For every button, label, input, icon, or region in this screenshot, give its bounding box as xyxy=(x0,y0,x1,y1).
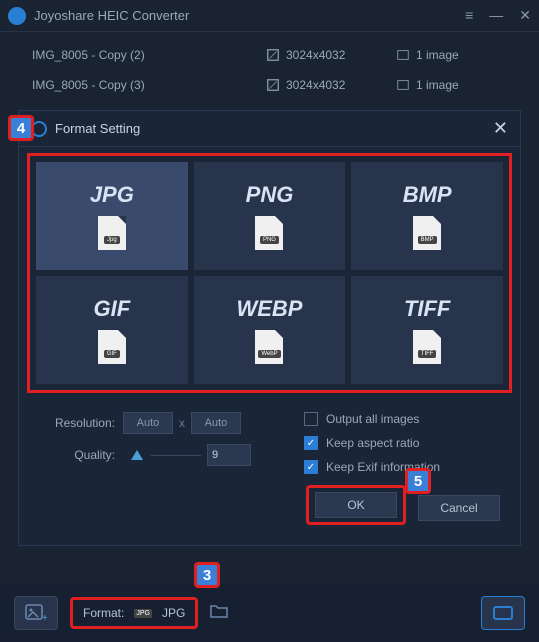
callout-4: 4 xyxy=(8,115,34,141)
add-image-icon: + xyxy=(25,604,47,622)
dimension-icon xyxy=(266,48,280,62)
exif-checkbox[interactable]: ✓ xyxy=(304,460,318,474)
resolution-height-input[interactable] xyxy=(191,412,241,434)
add-image-button[interactable]: + xyxy=(14,596,58,630)
file-icon: Jpg xyxy=(98,216,126,250)
resolution-width-input[interactable] xyxy=(123,412,173,434)
file-icon: TIFF xyxy=(413,330,441,364)
quality-spinner[interactable]: 9 xyxy=(207,444,251,466)
format-label: JPG xyxy=(90,182,134,208)
footer-bar: + Format: JPG JPG xyxy=(0,584,539,642)
file-list: IMG_8005 - Copy (2) 3024x4032 1 image IM… xyxy=(0,32,539,100)
ok-button[interactable]: OK xyxy=(315,492,397,518)
image-icon xyxy=(396,78,410,92)
callout-3: 3 xyxy=(194,562,220,588)
file-icon: PNG xyxy=(255,216,283,250)
callout-5: 5 xyxy=(405,468,431,494)
cancel-button[interactable]: Cancel xyxy=(418,495,500,521)
file-count: 1 image xyxy=(416,48,459,62)
format-value: JPG xyxy=(162,606,185,620)
format-label: PNG xyxy=(246,182,294,208)
format-grid: JPG Jpg PNG PNG BMP BMP GIF GIF WEBP WebP TIF… xyxy=(36,162,503,384)
quality-slider-icon[interactable] xyxy=(131,450,143,460)
format-jpg[interactable]: JPG Jpg xyxy=(36,162,188,270)
format-label: GIF xyxy=(93,296,130,322)
file-icon: BMP xyxy=(413,216,441,250)
aspect-ratio-checkbox[interactable]: ✓ xyxy=(304,436,318,450)
image-icon xyxy=(396,48,410,62)
output-all-checkbox[interactable] xyxy=(304,412,318,426)
format-ext-badge: JPG xyxy=(134,609,152,618)
file-count: 1 image xyxy=(416,78,459,92)
file-name: IMG_8005 - Copy (2) xyxy=(16,48,266,62)
dialog-buttons: OK Cancel xyxy=(19,483,520,545)
convert-icon xyxy=(492,605,514,621)
quality-label: Quality: xyxy=(35,448,115,462)
format-label: WEBP xyxy=(236,296,302,322)
format-png[interactable]: PNG PNG xyxy=(194,162,346,270)
settings-panel: Resolution: x Quality: 9 Output all imag… xyxy=(19,399,520,483)
ok-highlight: OK xyxy=(306,485,406,525)
format-label: TIFF xyxy=(404,296,450,322)
format-label: BMP xyxy=(403,182,452,208)
format-tiff[interactable]: TIFF TIFF xyxy=(351,276,503,384)
file-row[interactable]: IMG_8005 - Copy (2) 3024x4032 1 image xyxy=(16,40,523,70)
dialog-header: Format Setting ✕ xyxy=(19,111,520,147)
dialog-title: Format Setting xyxy=(55,121,493,136)
titlebar: Joyoshare HEIC Converter ≡ — ✕ xyxy=(0,0,539,32)
format-selector[interactable]: Format: JPG JPG xyxy=(70,597,198,629)
dialog-close-icon[interactable]: ✕ xyxy=(493,118,508,139)
format-gif[interactable]: GIF GIF xyxy=(36,276,188,384)
menu-icon[interactable]: ≡ xyxy=(465,7,473,24)
folder-icon[interactable] xyxy=(210,604,228,623)
convert-button[interactable] xyxy=(481,596,525,630)
file-icon: GIF xyxy=(98,330,126,364)
app-logo-icon xyxy=(8,7,26,25)
dimension-icon xyxy=(266,78,280,92)
file-dim: 3024x4032 xyxy=(286,78,345,92)
file-name: IMG_8005 - Copy (3) xyxy=(16,78,266,92)
x-separator: x xyxy=(179,416,185,430)
format-webp[interactable]: WEBP WebP xyxy=(194,276,346,384)
chk-label: Keep aspect ratio xyxy=(326,436,419,450)
format-label: Format: xyxy=(83,606,124,620)
app-title: Joyoshare HEIC Converter xyxy=(34,8,465,23)
minimize-icon[interactable]: — xyxy=(489,7,503,24)
format-bmp[interactable]: BMP BMP xyxy=(351,162,503,270)
quality-slider-track[interactable] xyxy=(151,455,201,456)
chk-label: Output all images xyxy=(326,412,419,426)
file-icon: WebP xyxy=(255,330,283,364)
svg-text:+: + xyxy=(42,613,47,622)
file-row[interactable]: IMG_8005 - Copy (3) 3024x4032 1 image xyxy=(16,70,523,100)
format-setting-dialog: Format Setting ✕ JPG Jpg PNG PNG BMP BMP GI… xyxy=(18,110,521,546)
file-dim: 3024x4032 xyxy=(286,48,345,62)
formats-highlight: JPG Jpg PNG PNG BMP BMP GIF GIF WEBP WebP TIF… xyxy=(27,153,512,393)
close-icon[interactable]: ✕ xyxy=(519,7,531,24)
resolution-label: Resolution: xyxy=(35,416,115,430)
